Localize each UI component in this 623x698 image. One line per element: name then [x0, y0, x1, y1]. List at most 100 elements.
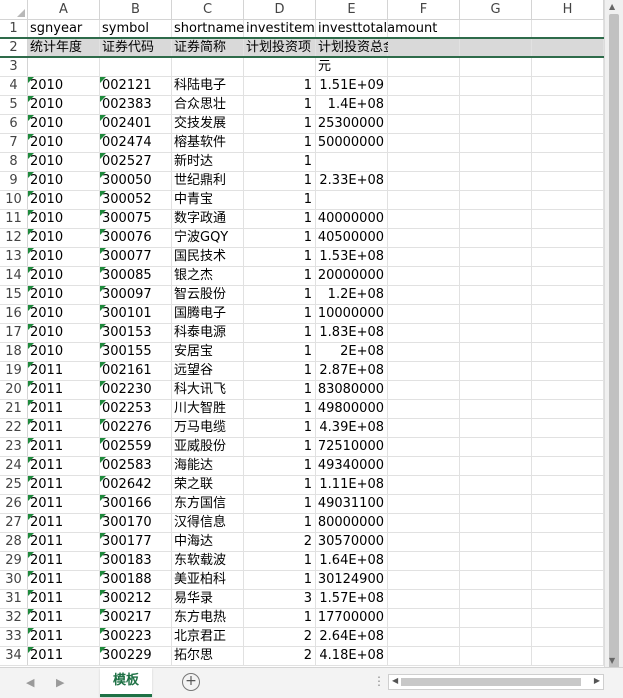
cell-b[interactable]: 002642	[100, 476, 172, 494]
vertical-scrollbar[interactable]: ▲ ▼	[604, 0, 623, 670]
cell-c[interactable]: shortname	[172, 20, 244, 37]
more-dots-icon[interactable]: ⋮	[373, 674, 386, 688]
cell-c[interactable]: 海能达	[172, 457, 244, 475]
row-header[interactable]: 8	[0, 153, 28, 171]
row-header[interactable]: 34	[0, 647, 28, 665]
cell-c[interactable]: 东方电热	[172, 609, 244, 627]
cell-h[interactable]	[532, 552, 604, 570]
cell-c[interactable]: 东方国信	[172, 495, 244, 513]
cell-b[interactable]: 300050	[100, 172, 172, 190]
cell-c[interactable]: 榕基软件	[172, 134, 244, 152]
cell-b[interactable]: 300223	[100, 628, 172, 646]
cell-h[interactable]	[532, 362, 604, 380]
cell-g[interactable]	[460, 96, 532, 114]
horizontal-scroll-thumb[interactable]	[401, 678, 581, 686]
cell-d[interactable]: 1	[244, 324, 316, 342]
cell-h[interactable]	[532, 58, 604, 76]
cell-f[interactable]	[388, 552, 460, 570]
cell-g[interactable]	[460, 210, 532, 228]
cell-g[interactable]	[460, 495, 532, 513]
cell-c[interactable]	[172, 58, 244, 76]
cell-b[interactable]: 300212	[100, 590, 172, 608]
cell-d[interactable]: 1	[244, 153, 316, 171]
cell-f[interactable]	[388, 96, 460, 114]
cell-b[interactable]: 002230	[100, 381, 172, 399]
vertical-scroll-thumb[interactable]	[609, 14, 619, 670]
cell-b[interactable]: 002474	[100, 134, 172, 152]
sheet-tab-template[interactable]: 模板	[100, 668, 152, 697]
cell-c[interactable]: 东软载波	[172, 552, 244, 570]
cell-e[interactable]: 49800000	[316, 400, 388, 418]
cell-f[interactable]	[388, 248, 460, 266]
cell-c[interactable]: 科陆电子	[172, 77, 244, 95]
cell-h[interactable]	[532, 533, 604, 551]
cell-e[interactable]: 20000000	[316, 267, 388, 285]
cell-c[interactable]: 科大讯飞	[172, 381, 244, 399]
cell-d[interactable]: 1	[244, 419, 316, 437]
cell-c[interactable]: 北京君正	[172, 628, 244, 646]
cell-f[interactable]	[388, 134, 460, 152]
cell-d[interactable]: 1	[244, 229, 316, 247]
cell-a[interactable]: 2010	[28, 191, 100, 209]
cell-e[interactable]: 30570000	[316, 533, 388, 551]
chevron-right-icon[interactable]: ▶	[56, 676, 64, 689]
cell-e[interactable]: 40500000	[316, 229, 388, 247]
cell-h[interactable]	[532, 267, 604, 285]
cell-d[interactable]: 1	[244, 267, 316, 285]
cell-g[interactable]	[460, 343, 532, 361]
cell-c[interactable]: 拓尔思	[172, 647, 244, 665]
row-header[interactable]: 28	[0, 533, 28, 551]
cell-g[interactable]	[460, 571, 532, 589]
cell-g[interactable]	[460, 419, 532, 437]
cell-a[interactable]: 2011	[28, 476, 100, 494]
horizontal-scrollbar[interactable]: ◀ ▶	[388, 674, 604, 690]
cell-e[interactable]: 4.39E+08	[316, 419, 388, 437]
cell-c[interactable]: 安居宝	[172, 343, 244, 361]
cell-f[interactable]	[388, 20, 460, 37]
cell-a[interactable]: 2011	[28, 590, 100, 608]
cell-d[interactable]: 1	[244, 305, 316, 323]
row-header[interactable]: 23	[0, 438, 28, 456]
cell-g[interactable]	[460, 77, 532, 95]
cell-c[interactable]: 合众思壮	[172, 96, 244, 114]
row-header[interactable]: 32	[0, 609, 28, 627]
cell-e[interactable]: 49340000	[316, 457, 388, 475]
row-header[interactable]: 16	[0, 305, 28, 323]
cell-a[interactable]: 2010	[28, 96, 100, 114]
cell-b[interactable]: 300183	[100, 552, 172, 570]
cell-h[interactable]	[532, 476, 604, 494]
cell-b[interactable]: 300170	[100, 514, 172, 532]
cell-g[interactable]	[460, 39, 532, 56]
cell-c[interactable]: 新时达	[172, 153, 244, 171]
cell-b[interactable]: 300077	[100, 248, 172, 266]
cell-c[interactable]: 易华录	[172, 590, 244, 608]
cell-c[interactable]: 数字政通	[172, 210, 244, 228]
cell-b[interactable]: 300188	[100, 571, 172, 589]
row-header[interactable]: 24	[0, 457, 28, 475]
cell-b[interactable]: 300153	[100, 324, 172, 342]
scroll-left-icon[interactable]: ◀	[392, 676, 398, 685]
row-header[interactable]: 9	[0, 172, 28, 190]
cell-h[interactable]	[532, 381, 604, 399]
cell-f[interactable]	[388, 381, 460, 399]
cell-g[interactable]	[460, 400, 532, 418]
cell-c[interactable]: 亚威股份	[172, 438, 244, 456]
cell-b[interactable]: 证券代码	[100, 39, 172, 56]
column-header-d[interactable]: D	[244, 0, 316, 19]
cell-g[interactable]	[460, 476, 532, 494]
cell-f[interactable]	[388, 115, 460, 133]
cell-a[interactable]: 2010	[28, 134, 100, 152]
cell-e[interactable]: 1.83E+08	[316, 324, 388, 342]
cell-a[interactable]: 2010	[28, 210, 100, 228]
cell-g[interactable]	[460, 324, 532, 342]
cell-e[interactable]: 2E+08	[316, 343, 388, 361]
cell-g[interactable]	[460, 172, 532, 190]
cell-h[interactable]	[532, 229, 604, 247]
row-header[interactable]: 27	[0, 514, 28, 532]
cell-a[interactable]: 2011	[28, 495, 100, 513]
cell-g[interactable]	[460, 229, 532, 247]
cell-f[interactable]	[388, 495, 460, 513]
row-header[interactable]: 11	[0, 210, 28, 228]
row-header[interactable]: 19	[0, 362, 28, 380]
column-header-h[interactable]: H	[532, 0, 604, 19]
